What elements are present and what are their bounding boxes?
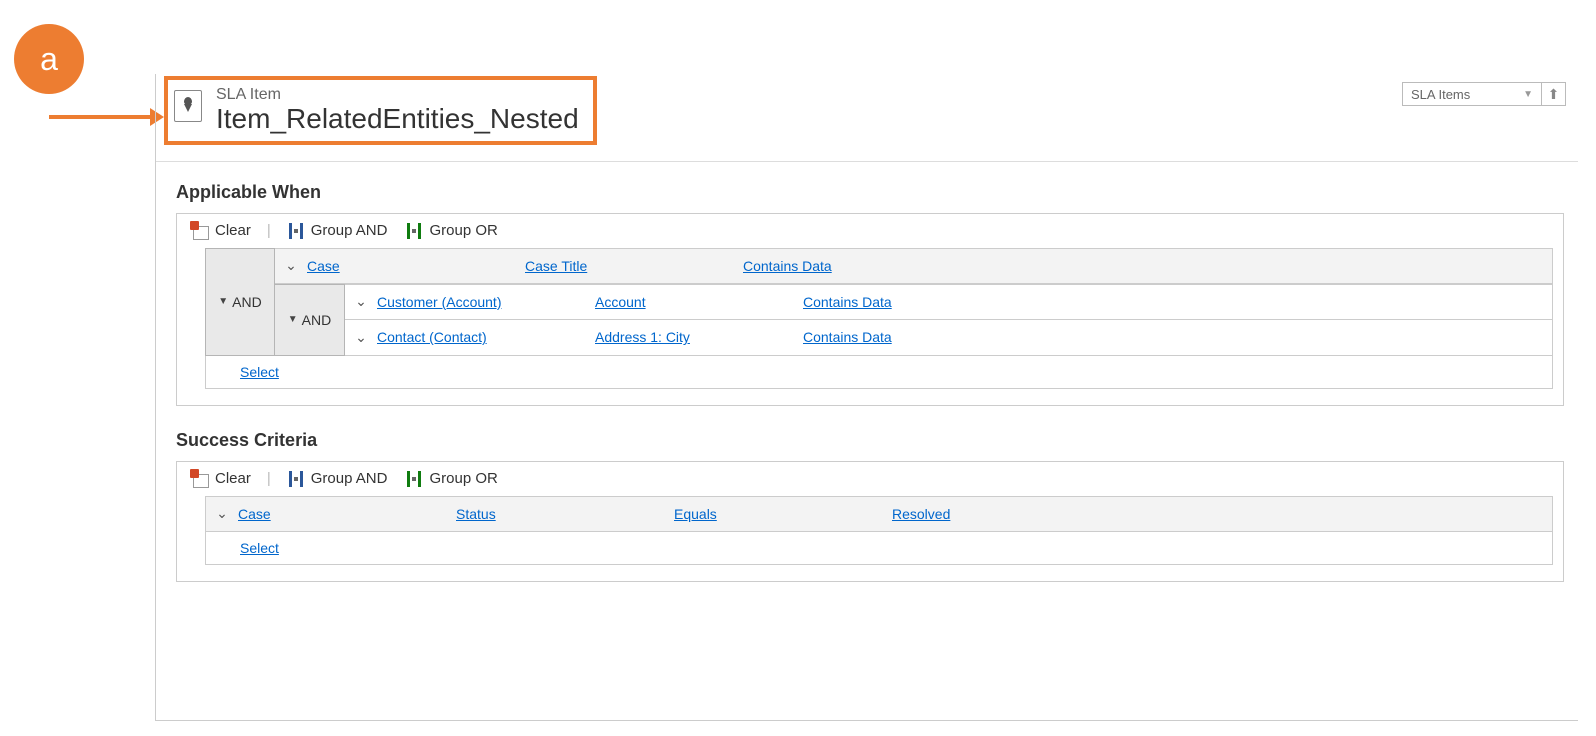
clear-icon (191, 470, 209, 488)
view-selector[interactable]: SLA Items ▼ (1402, 82, 1542, 106)
success-toolbar: Clear | Group AND Group OR (177, 462, 1563, 496)
chevron-down-icon[interactable]: ⌄ (353, 293, 369, 310)
clause-row: ⌄ Case Case Title Contains Data (275, 248, 1553, 284)
value-link[interactable]: Resolved (892, 506, 950, 522)
navigate-up-button[interactable]: ⬆ (1542, 82, 1566, 106)
callout-letter: a (40, 41, 58, 78)
clear-button[interactable]: Clear (185, 468, 257, 490)
chevron-down-icon[interactable]: ⌄ (353, 329, 369, 346)
clear-button[interactable]: Clear (185, 220, 257, 242)
form-body: Applicable When Clear | Group AND Group … (156, 161, 1578, 616)
operator-link[interactable]: Contains Data (743, 258, 832, 274)
nested-and-group: ▼ AND ⌄ Customer (Account) Account Conta… (275, 284, 1553, 356)
caret-down-icon: ▼ (218, 296, 228, 307)
record-title: Item_RelatedEntities_Nested (216, 104, 579, 135)
entity-link[interactable]: Customer (Account) (377, 294, 501, 310)
view-selector-label: SLA Items (1411, 87, 1470, 102)
applicable-condition-box: Clear | Group AND Group OR ▼ AND (176, 213, 1564, 406)
group-and-label: Group AND (311, 222, 388, 239)
group-and-icon (287, 470, 305, 488)
outer-and-group: ▼ AND ⌄ Case Case Title Contains Data ▼ (205, 248, 1553, 356)
select-row: Select (205, 356, 1553, 389)
chevron-down-icon[interactable]: ⌄ (283, 257, 299, 274)
section-title-success: Success Criteria (176, 430, 1564, 451)
toolbar-separator: | (263, 222, 275, 239)
form-panel: SLA Item Item_RelatedEntities_Nested SLA… (155, 74, 1578, 721)
select-link[interactable]: Select (240, 364, 279, 380)
group-or-label: Group OR (429, 222, 497, 239)
form-header: SLA Item Item_RelatedEntities_Nested SLA… (156, 74, 1578, 161)
caret-down-icon: ▼ (1523, 89, 1533, 100)
and-label: AND (232, 294, 262, 310)
clear-label: Clear (215, 470, 251, 487)
title-highlight-box: SLA Item Item_RelatedEntities_Nested (164, 76, 597, 145)
entity-link[interactable]: Case (238, 506, 271, 522)
select-link[interactable]: Select (240, 540, 279, 556)
toolbar-separator: | (263, 470, 275, 487)
section-title-applicable: Applicable When (176, 182, 1564, 203)
operator-link[interactable]: Contains Data (803, 294, 892, 310)
nested-and-operator[interactable]: ▼ AND (275, 284, 345, 356)
entity-link[interactable]: Contact (Contact) (377, 329, 487, 345)
chevron-down-icon[interactable]: ⌄ (214, 505, 230, 522)
field-link[interactable]: Case Title (525, 258, 587, 274)
caret-down-icon: ▼ (288, 314, 298, 325)
callout-line (49, 115, 161, 119)
arrow-up-icon: ⬆ (1548, 86, 1560, 103)
group-and-button[interactable]: Group AND (281, 468, 394, 490)
clause-row: ⌄ Customer (Account) Account Contains Da… (345, 284, 1553, 320)
group-or-label: Group OR (429, 470, 497, 487)
field-link[interactable]: Status (456, 506, 496, 522)
callout-badge: a (14, 24, 84, 94)
sla-item-ribbon-icon (174, 90, 202, 122)
field-link[interactable]: Account (595, 294, 646, 310)
success-body: ⌄ Case Status Equals Resolved Select (177, 496, 1563, 581)
success-condition-box: Clear | Group AND Group OR ⌄ Case Status… (176, 461, 1564, 582)
operator-link[interactable]: Equals (674, 506, 717, 522)
clause-row: ⌄ Contact (Contact) Address 1: City Cont… (345, 320, 1553, 356)
clause-row: ⌄ Case Status Equals Resolved (205, 496, 1553, 532)
group-or-button[interactable]: Group OR (399, 468, 503, 490)
outer-and-operator[interactable]: ▼ AND (205, 248, 275, 356)
clear-label: Clear (215, 222, 251, 239)
clear-icon (191, 222, 209, 240)
group-and-icon (287, 222, 305, 240)
applicable-toolbar: Clear | Group AND Group OR (177, 214, 1563, 248)
field-link[interactable]: Address 1: City (595, 329, 690, 345)
select-row: Select (205, 532, 1553, 565)
applicable-body: ▼ AND ⌄ Case Case Title Contains Data ▼ (177, 248, 1563, 405)
group-or-icon (405, 222, 423, 240)
group-or-button[interactable]: Group OR (399, 220, 503, 242)
group-and-label: Group AND (311, 470, 388, 487)
entity-link[interactable]: Case (307, 258, 340, 274)
group-or-icon (405, 470, 423, 488)
view-selector-group: SLA Items ▼ ⬆ (1402, 82, 1566, 106)
operator-link[interactable]: Contains Data (803, 329, 892, 345)
entity-type-label: SLA Item (216, 86, 579, 104)
group-and-button[interactable]: Group AND (281, 220, 394, 242)
and-label: AND (302, 312, 332, 328)
